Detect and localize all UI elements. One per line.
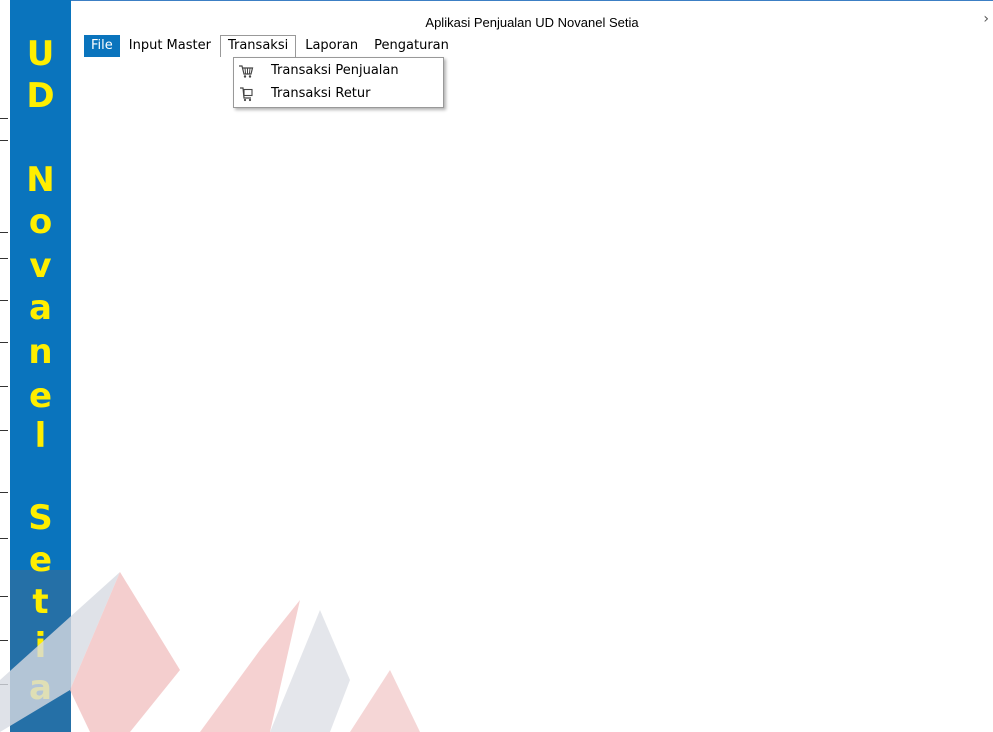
brand-sidebar: U D N o v a n e l S e t i a <box>10 0 71 732</box>
menu-pengaturan[interactable]: Pengaturan <box>367 35 456 57</box>
menu-item-transaksi-retur[interactable]: Transaksi Retur <box>234 83 443 105</box>
sidebar-letter: N <box>26 160 55 200</box>
sidebar-letter: a <box>29 668 52 708</box>
title-bar: Aplikasi Penjualan UD Novanel Setia › <box>71 0 993 31</box>
left-edge-strip <box>0 0 10 732</box>
sidebar-letter: n <box>28 332 53 372</box>
dropdown-item-label: Transaksi Retur <box>271 86 371 101</box>
sidebar-letter: l <box>34 416 47 456</box>
menu-transaksi[interactable]: Transaksi <box>219 35 297 57</box>
dropdown-item-label: Transaksi Penjualan <box>271 63 399 78</box>
window-title: Aplikasi Penjualan UD Novanel Setia <box>425 15 639 30</box>
sidebar-letter: e <box>28 540 53 580</box>
cart-icon <box>239 65 254 78</box>
sidebar-letter: D <box>26 76 55 116</box>
watermark-logo <box>0 572 420 732</box>
return-cart-icon <box>240 87 253 102</box>
sidebar-letter: e <box>28 376 53 416</box>
sidebar-letter: i <box>34 626 47 666</box>
sidebar-letter: t <box>32 582 49 622</box>
sidebar-letter: v <box>29 246 52 286</box>
menu-item-transaksi-penjualan[interactable]: Transaksi Penjualan <box>234 60 443 82</box>
menu-input-master[interactable]: Input Master <box>122 35 218 57</box>
menu-bar: File Input Master Transaksi Laporan Peng… <box>84 35 458 57</box>
close-icon[interactable]: › <box>983 11 989 27</box>
sidebar-letter: U <box>26 34 55 74</box>
menu-laporan[interactable]: Laporan <box>298 35 365 57</box>
sidebar-letter: a <box>29 288 52 328</box>
sidebar-letter: o <box>28 202 53 242</box>
transaksi-dropdown: Transaksi Penjualan Transaksi Retur <box>233 57 444 108</box>
sidebar-letter: S <box>28 498 53 538</box>
menu-file[interactable]: File <box>84 35 120 57</box>
